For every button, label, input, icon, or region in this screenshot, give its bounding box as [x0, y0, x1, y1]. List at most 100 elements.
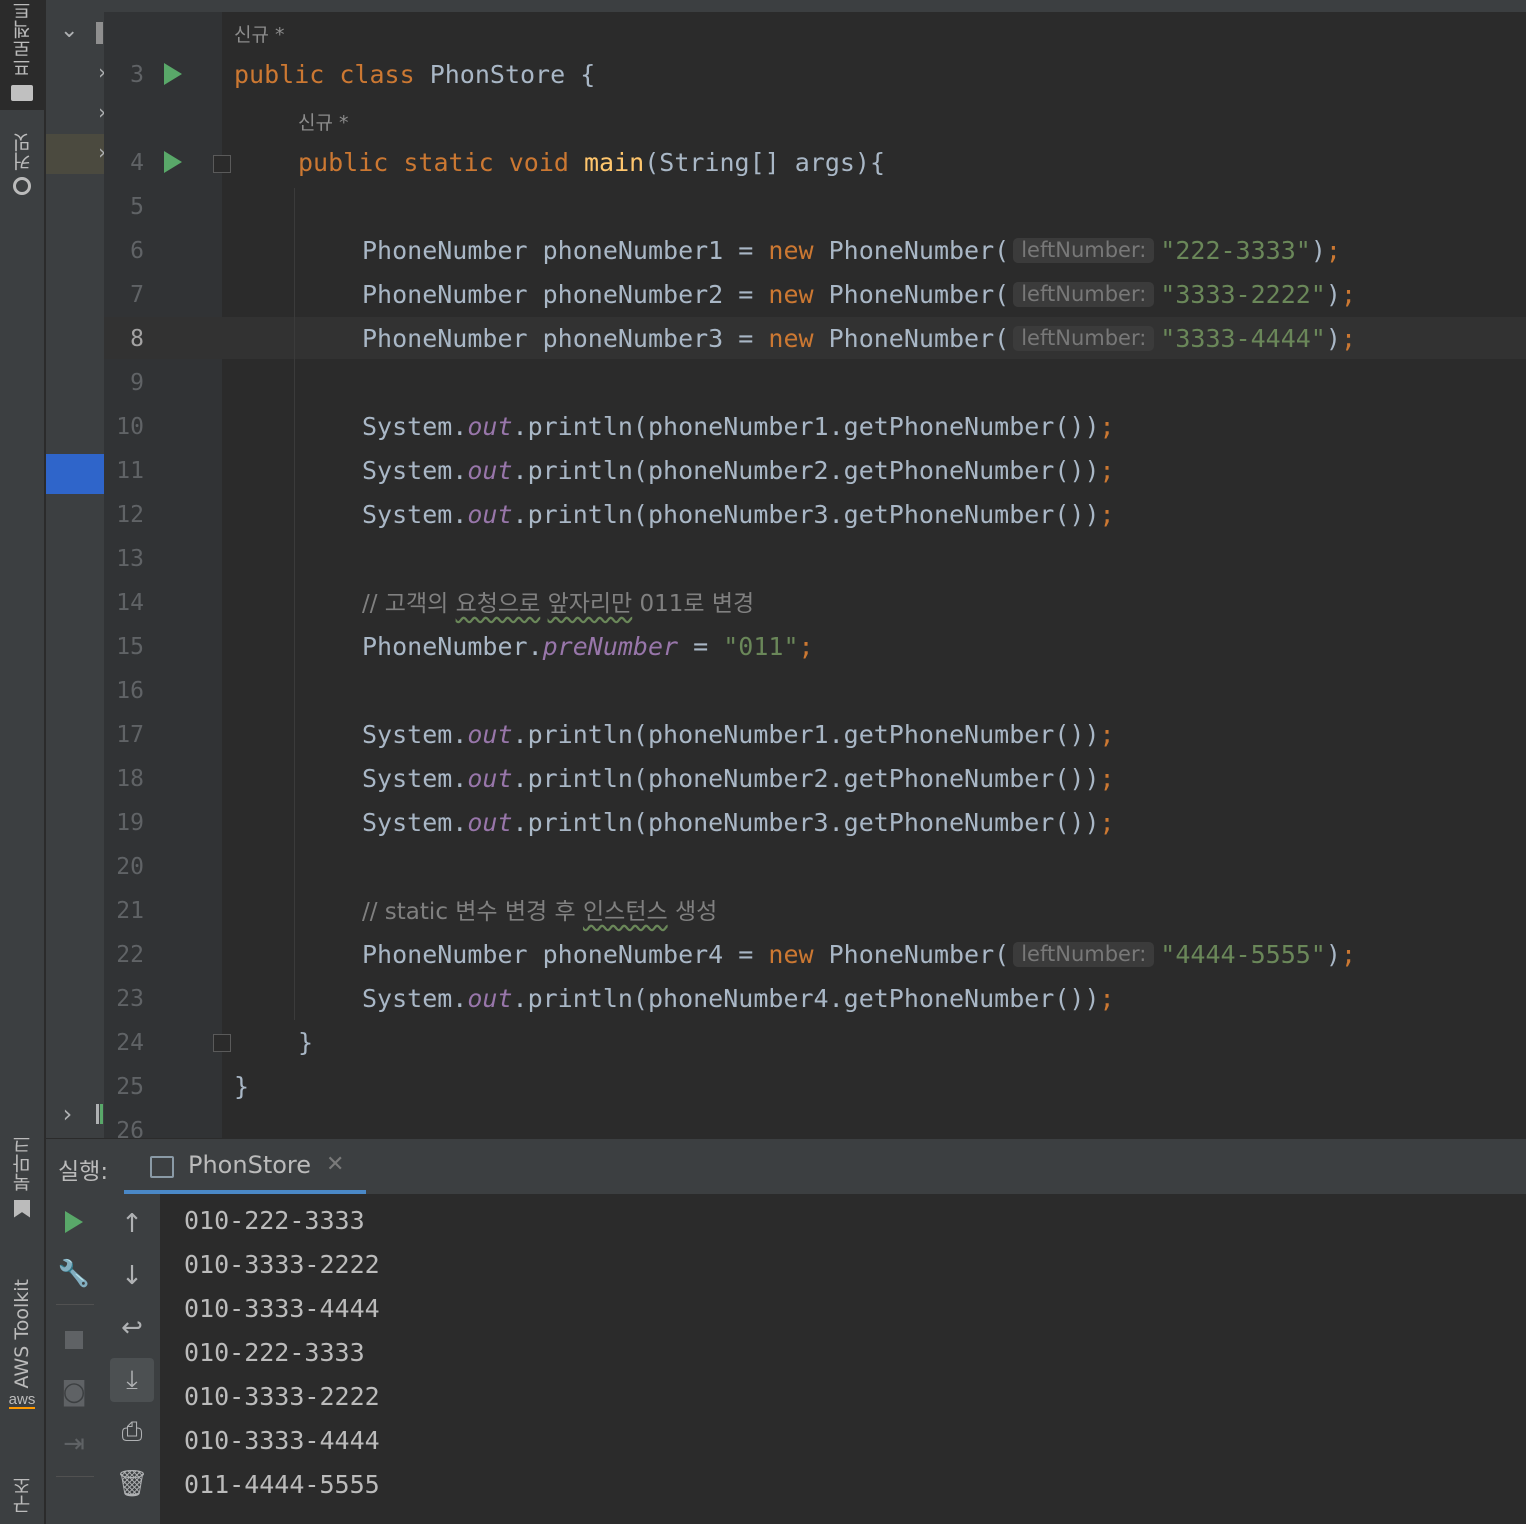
tree-scroll-marker [96, 1104, 99, 1124]
closing-brace: } [234, 1072, 250, 1101]
line-number: 15 [116, 634, 144, 660]
semicolon: ; [1325, 236, 1341, 265]
trash-icon[interactable]: 🗑 [114, 1466, 150, 1502]
line-number: 10 [116, 414, 144, 440]
string-literal: "011" [723, 632, 799, 661]
chevron-down-icon[interactable]: ⌄ [60, 18, 78, 43]
editor-gutter [104, 12, 222, 1138]
line-number: 18 [116, 766, 144, 792]
aws-toolkit-tab[interactable]: AWS Toolkit aws [0, 1262, 44, 1426]
structure-tool-tab[interactable]: 구조 [0, 1466, 44, 1524]
stop-icon[interactable] [56, 1322, 92, 1358]
line-number: 4 [130, 150, 144, 176]
camera-icon[interactable]: ◙ [56, 1374, 92, 1410]
code-line-decl: PhoneNumber phoneNumber4 = new PhoneNumb… [362, 942, 1356, 967]
scroll-to-end-icon[interactable]: ⤓ [110, 1358, 154, 1402]
code-text: = [678, 632, 724, 661]
comment-text: // static 변수 변경 후 [362, 899, 584, 925]
usage-hint[interactable]: 신규 * [298, 108, 349, 135]
param-hint: leftNumber: [1013, 282, 1155, 307]
code-text: ) [1310, 236, 1326, 265]
commit-icon [13, 177, 31, 195]
code-editor[interactable] [222, 12, 1526, 1138]
commit-tab-label: 커밋 [11, 133, 34, 171]
console-line: 010-3333-4444 [184, 1426, 380, 1455]
line-number: 17 [116, 722, 144, 748]
param-hint: leftNumber: [1013, 942, 1155, 967]
line-number: 20 [116, 854, 144, 880]
run-tab-label: PhonStore [188, 1151, 312, 1179]
keyword: new [768, 324, 814, 353]
bookmarks-tool-tab[interactable]: 북마크 [0, 1128, 44, 1224]
editor-tab-bar [104, 0, 1526, 12]
commit-tool-tab[interactable]: 커밋 [0, 124, 44, 204]
keyword: new [768, 280, 814, 309]
close-icon[interactable]: ✕ [326, 1152, 344, 1177]
chevron-right-icon[interactable]: › [60, 1100, 74, 1128]
wrench-icon[interactable]: 🔧 [56, 1256, 92, 1292]
code-line-class: public class PhonStore { [234, 62, 595, 87]
bookmark-icon [14, 1199, 30, 1218]
static-field: out [467, 720, 513, 749]
code-text: System. [362, 720, 468, 749]
code-text: ) [1325, 940, 1341, 969]
semicolon: ; [1099, 500, 1115, 529]
fold-end-icon[interactable] [213, 1034, 231, 1052]
code-text: PhoneNumber( [813, 324, 1010, 353]
structure-tab-label: 구조 [11, 1476, 34, 1514]
rerun-icon[interactable] [56, 1204, 92, 1240]
console-line: 010-222-3333 [184, 1206, 365, 1235]
line-number: 3 [130, 62, 144, 88]
arrow-up-icon[interactable]: ↑ [114, 1206, 150, 1242]
code-text: PhoneNumber( [813, 280, 1010, 309]
aws-tab-label: AWS Toolkit [11, 1278, 33, 1389]
console-line: 010-3333-2222 [184, 1382, 380, 1411]
tree-scroll-marker [100, 1104, 103, 1124]
bookmarks-tab-label: 북마크 [11, 1134, 34, 1192]
code-comment: // static 변수 변경 후 인스턴스 생성 [362, 898, 717, 924]
semicolon: ; [798, 632, 814, 661]
line-number: 25 [116, 1074, 144, 1100]
print-icon[interactable]: ⎙ [114, 1414, 150, 1450]
fold-collapse-icon[interactable] [213, 155, 231, 173]
code-line-println: System.out.println(phoneNumber3.getPhone… [362, 810, 1115, 835]
param-hint: leftNumber: [1013, 238, 1155, 263]
line-number: 12 [116, 502, 144, 528]
static-field: out [467, 764, 513, 793]
static-field: out [467, 808, 513, 837]
run-class-icon[interactable] [164, 63, 182, 85]
run-main-icon[interactable] [164, 151, 182, 173]
static-field: out [467, 456, 513, 485]
arrow-down-icon[interactable]: ↓ [114, 1258, 150, 1294]
indent-guide [294, 188, 295, 1020]
toolbar-separator [56, 1304, 94, 1305]
semicolon: ; [1099, 456, 1115, 485]
semicolon: ; [1340, 940, 1356, 969]
code-text: .println(phoneNumber1.getPhoneNumber()) [512, 412, 1100, 441]
line-number: 9 [130, 370, 144, 396]
line-number: 14 [116, 590, 144, 616]
login-icon[interactable]: ⇥ [56, 1426, 92, 1462]
static-field: preNumber [542, 632, 679, 661]
semicolon: ; [1099, 764, 1115, 793]
line-number: 8 [130, 326, 144, 352]
string-literal: "3333-2222" [1160, 280, 1326, 309]
string-literal: "3333-4444" [1160, 324, 1326, 353]
project-tool-tab[interactable]: 프로젝트 [0, 0, 44, 110]
closing-brace: } [298, 1028, 314, 1057]
code-text: .println(phoneNumber1.getPhoneNumber()) [512, 720, 1100, 749]
soft-wrap-icon[interactable]: ↩ [114, 1310, 150, 1346]
code-text: System. [362, 500, 468, 529]
code-text: .println(phoneNumber3.getPhoneNumber()) [512, 808, 1100, 837]
project-tab-label: 프로젝트 [11, 1, 34, 77]
code-text: PhoneNumber( [813, 940, 1010, 969]
semicolon: ; [1099, 808, 1115, 837]
code-line-println: System.out.println(phoneNumber2.getPhone… [362, 766, 1115, 791]
code-text: System. [362, 984, 468, 1013]
code-line-decl: PhoneNumber phoneNumber1 = new PhoneNumb… [362, 238, 1341, 263]
run-tab[interactable]: PhonStore ✕ [124, 1142, 366, 1194]
code-text: .println(phoneNumber3.getPhoneNumber()) [512, 500, 1100, 529]
code-text: System. [362, 764, 468, 793]
usage-hint[interactable]: 신규 * [234, 20, 285, 47]
keyword: public class [234, 60, 415, 89]
